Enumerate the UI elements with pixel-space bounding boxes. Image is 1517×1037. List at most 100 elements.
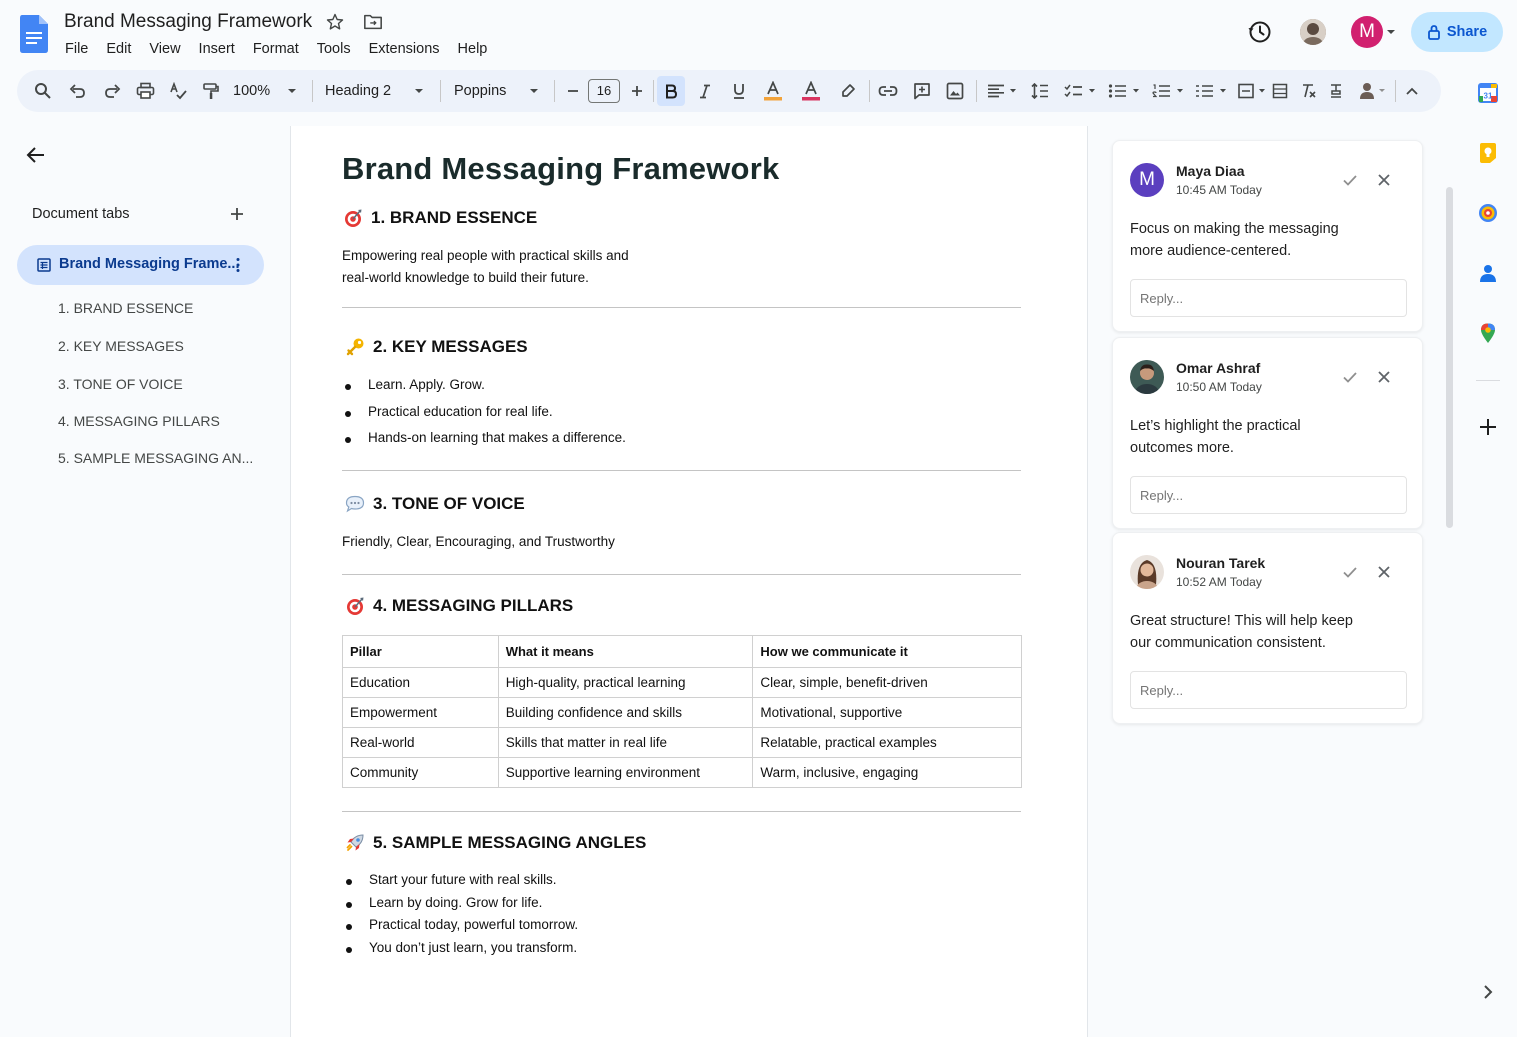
font-size-input[interactable]: 16 [588, 79, 620, 103]
table-cell[interactable]: Education [342, 667, 499, 698]
reply-input[interactable] [1130, 671, 1407, 709]
insert-link-button[interactable] [876, 70, 900, 112]
star-icon[interactable] [325, 12, 345, 32]
table-cell[interactable]: Skills that matter in real life [497, 727, 754, 758]
menu-file[interactable]: File [56, 40, 97, 58]
menu-view[interactable]: View [140, 40, 189, 58]
key-messages-list[interactable]: Learn. Apply. Grow. Practical education … [345, 377, 626, 457]
table-cell[interactable]: Real-world [342, 727, 499, 758]
keep-notes-icon[interactable] [1477, 142, 1499, 164]
numbered-list-button[interactable] [1150, 70, 1186, 112]
resolve-check-icon[interactable] [1341, 563, 1359, 581]
resolve-check-icon[interactable] [1341, 368, 1359, 386]
table-header[interactable]: Pillar [342, 635, 499, 668]
section-brand-essence-title[interactable]: 1. BRAND ESSENCE [343, 208, 537, 228]
increase-font-size-button[interactable] [627, 70, 647, 112]
menu-tools[interactable]: Tools [308, 40, 360, 58]
font-family-select[interactable]: Poppins [454, 70, 544, 112]
section-tone-of-voice-title[interactable]: 3. TONE OF VOICE [345, 494, 525, 514]
table-header[interactable]: How we communicate it [752, 635, 1022, 668]
paragraph-style-select[interactable]: Heading 2 [325, 70, 429, 112]
collaborator-avatar[interactable] [1300, 19, 1326, 45]
menu-extensions[interactable]: Extensions [360, 40, 449, 58]
version-history-icon[interactable] [1247, 19, 1273, 45]
text-color-button[interactable] [762, 70, 784, 112]
indent-button[interactable] [1236, 70, 1268, 112]
table-cell[interactable]: Clear, simple, benefit-driven [752, 667, 1022, 698]
align-button[interactable] [983, 70, 1021, 112]
hide-menus-button[interactable] [1401, 70, 1423, 112]
spell-check-button[interactable] [166, 70, 190, 112]
menu-insert[interactable]: Insert [190, 40, 244, 58]
reply-input[interactable] [1130, 279, 1407, 317]
contacts-icon[interactable] [1477, 262, 1499, 284]
search-menus-button[interactable] [31, 70, 55, 112]
table-cell[interactable]: Supportive learning environment [497, 757, 754, 788]
outline-item-brand-essence[interactable]: 1. BRAND ESSENCE [58, 300, 193, 316]
move-folder-icon[interactable] [362, 12, 384, 32]
editing-mode-button[interactable] [1357, 70, 1389, 112]
paint-format-button[interactable] [199, 70, 223, 112]
share-button[interactable]: Share [1411, 12, 1503, 52]
reply-input[interactable] [1130, 476, 1407, 514]
maps-icon[interactable] [1477, 322, 1499, 344]
table-cell[interactable]: Motivational, supportive [752, 697, 1022, 728]
redo-button[interactable] [100, 70, 124, 112]
sample-messaging-list[interactable]: Start your future with real skills. Lear… [345, 872, 578, 962]
highlight-text-color-button[interactable] [800, 70, 822, 112]
tone-of-voice-text[interactable]: Friendly, Clear, Encouraging, and Trustw… [342, 531, 615, 553]
chevron-down-icon[interactable] [1386, 28, 1396, 36]
account-avatar[interactable]: M [1351, 16, 1383, 48]
add-comment-button[interactable] [910, 70, 934, 112]
table-header[interactable]: What it means [497, 635, 754, 668]
close-icon[interactable] [1375, 171, 1393, 189]
back-arrow-icon[interactable] [24, 143, 48, 167]
decrease-indent-button[interactable] [1269, 70, 1291, 112]
section-sample-messaging-title[interactable]: 5. SAMPLE MESSAGING ANGLES [345, 833, 646, 853]
close-icon[interactable] [1375, 368, 1393, 386]
get-add-ons-icon[interactable] [1477, 416, 1499, 438]
clear-formatting-button[interactable] [1297, 70, 1319, 112]
undo-button[interactable] [66, 70, 90, 112]
document-heading[interactable]: Brand Messaging Framework [342, 151, 779, 187]
add-tab-icon[interactable] [228, 205, 246, 223]
table-cell[interactable]: Empowerment [342, 697, 499, 728]
comment-card[interactable]: Nouran Tarek 10:52 AM Today Great struct… [1112, 532, 1423, 724]
decrease-font-size-button[interactable] [563, 70, 583, 112]
tasks-icon[interactable] [1477, 202, 1499, 224]
checklist-button[interactable] [1062, 70, 1098, 112]
highlight-button[interactable] [837, 70, 859, 112]
messaging-pillars-table[interactable]: Pillar What it means How we communicate … [342, 635, 1022, 788]
outline-item-key-messages[interactable]: 2. KEY MESSAGES [58, 338, 184, 354]
underline-button[interactable] [729, 70, 749, 112]
menu-help[interactable]: Help [449, 40, 497, 58]
comment-card[interactable]: Omar Ashraf 10:50 AM Today Let’s highlig… [1112, 337, 1423, 529]
outline-item-messaging-pillars[interactable]: 4. MESSAGING PILLARS [58, 413, 220, 429]
table-cell[interactable]: Building confidence and skills [497, 697, 754, 728]
table-cell[interactable]: High-quality, practical learning [497, 667, 754, 698]
print-button[interactable] [133, 70, 157, 112]
insert-image-button[interactable] [943, 70, 967, 112]
format-options-button[interactable] [1325, 70, 1347, 112]
tab-brand-messaging-framework[interactable]: Brand Messaging Frame... [17, 245, 264, 285]
bold-button[interactable] [661, 70, 681, 112]
outline-item-sample-messaging[interactable]: 5. SAMPLE MESSAGING AN... [58, 450, 253, 466]
more-vert-icon[interactable] [231, 257, 245, 273]
menu-edit[interactable]: Edit [97, 40, 140, 58]
menu-format[interactable]: Format [244, 40, 308, 58]
italic-button[interactable] [695, 70, 715, 112]
docs-logo-icon[interactable] [20, 15, 48, 53]
table-cell[interactable]: Warm, inclusive, engaging [752, 757, 1022, 788]
resolve-check-icon[interactable] [1341, 171, 1359, 189]
outline-item-tone-of-voice[interactable]: 3. TONE OF VOICE [58, 376, 183, 392]
zoom-select[interactable]: 100% [233, 70, 303, 112]
calendar-icon[interactable]: 31 [1477, 82, 1499, 104]
section-key-messages-title[interactable]: 2. KEY MESSAGES [345, 337, 528, 357]
chevron-right-icon[interactable] [1477, 981, 1499, 1003]
document-title[interactable]: Brand Messaging Framework [64, 11, 312, 33]
multilevel-list-button[interactable] [1193, 70, 1229, 112]
close-icon[interactable] [1375, 563, 1393, 581]
section-messaging-pillars-title[interactable]: 4. MESSAGING PILLARS [345, 596, 573, 616]
table-cell[interactable]: Community [342, 757, 499, 788]
comments-scrollbar[interactable] [1446, 187, 1453, 528]
